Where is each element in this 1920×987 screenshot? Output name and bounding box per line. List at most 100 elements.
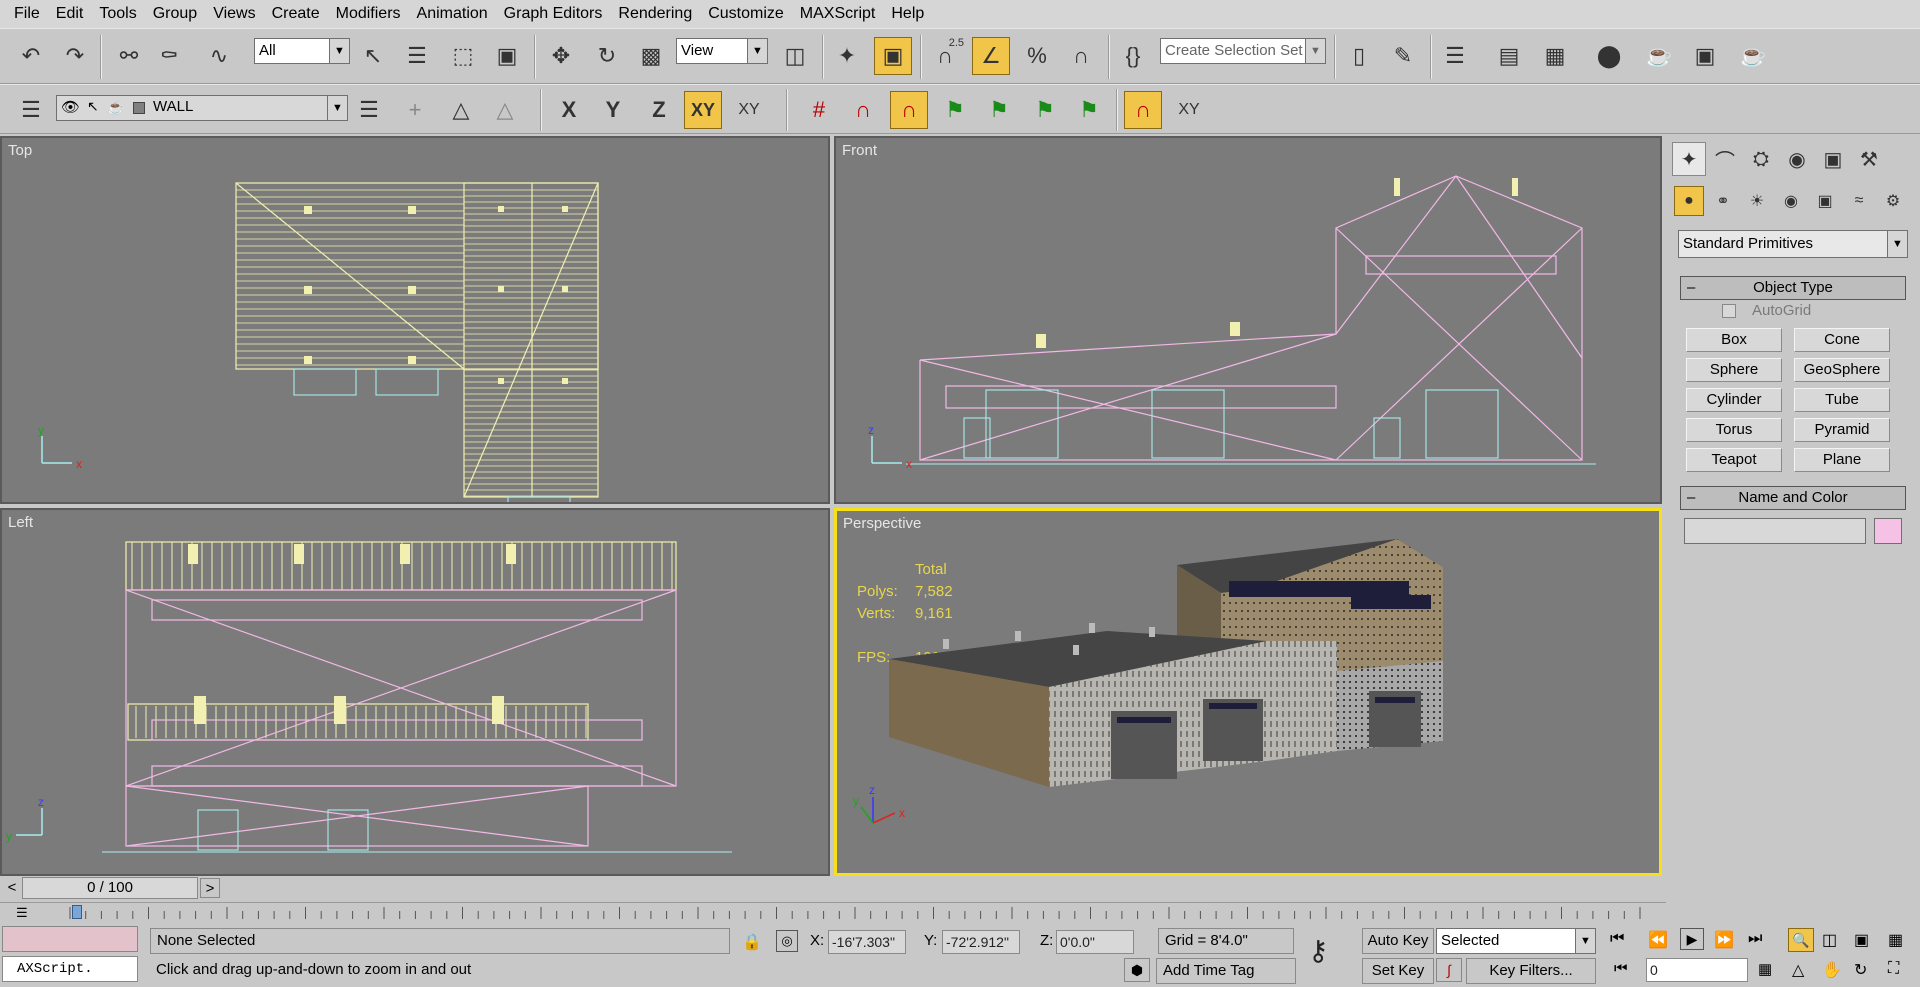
menu-tools[interactable]: Tools <box>91 0 144 28</box>
snap-options-icon[interactable]: ∩ <box>1124 91 1162 129</box>
restrict-xy-button[interactable]: XY <box>684 91 722 129</box>
absolute-mode-icon[interactable]: ◎ <box>776 930 798 952</box>
geometry-icon[interactable]: ● <box>1674 186 1704 216</box>
snap-face-icon[interactable]: ⚑ <box>1070 91 1108 129</box>
rectangular-selection-icon[interactable]: ⬚ <box>444 37 482 75</box>
time-tag-cube-icon[interactable]: ⬢ <box>1124 958 1150 982</box>
add-to-layer-icon[interactable]: + <box>396 91 434 129</box>
curve-editor-icon[interactable]: ▤ <box>1490 37 1528 75</box>
snap-midpoint-icon[interactable]: ⚑ <box>980 91 1018 129</box>
restrict-y-button[interactable]: Y <box>594 91 632 129</box>
zoom-extents-all-icon[interactable]: ▦ <box>1888 930 1903 950</box>
menu-edit[interactable]: Edit <box>48 0 92 28</box>
menu-maxscript[interactable]: MAXScript <box>792 0 884 28</box>
menu-modifiers[interactable]: Modifiers <box>328 0 409 28</box>
select-by-name-icon[interactable]: ☰ <box>398 37 436 75</box>
align-icon[interactable]: ✎ <box>1384 37 1422 75</box>
select-and-manipulate-icon[interactable]: ✦ <box>828 37 866 75</box>
z-coord-input[interactable]: 0'0.0" <box>1056 930 1134 954</box>
cylinder-button[interactable]: Cylinder <box>1686 388 1782 412</box>
object-type-rollout[interactable]: – Object Type <box>1680 276 1906 300</box>
prev-frame-arrow[interactable]: < <box>2 878 22 898</box>
menu-help[interactable]: Help <box>883 0 932 28</box>
cone-button[interactable]: Cone <box>1794 328 1890 352</box>
teapot-button[interactable]: Teapot <box>1686 448 1782 472</box>
eye-icon[interactable]: 👁 <box>61 98 80 116</box>
quick-render-icon[interactable]: ☕ <box>1734 37 1772 75</box>
go-to-end-icon[interactable]: ⏭ <box>1748 930 1762 948</box>
unlink-icon[interactable]: ⚰ <box>150 37 188 75</box>
viewport-left[interactable]: Left z y <box>0 508 830 876</box>
window-crossing-icon[interactable]: ▣ <box>488 37 526 75</box>
modify-tab-icon[interactable]: ⌒ <box>1708 142 1742 176</box>
viewport-front[interactable]: Front z x <box>834 136 1662 504</box>
set-current-layer-icon[interactable]: △ <box>486 91 524 129</box>
menu-rendering[interactable]: Rendering <box>610 0 700 28</box>
menu-customize[interactable]: Customize <box>700 0 792 28</box>
layers-icon[interactable]: ☰ <box>12 91 50 129</box>
time-slider-thumb[interactable]: 0 / 100 <box>22 877 198 899</box>
lock-selection-icon[interactable]: 🔒 <box>742 932 762 952</box>
set-key-key-icon[interactable]: ⚷ <box>1308 934 1329 967</box>
menu-graph-editors[interactable]: Graph Editors <box>496 0 611 28</box>
redo-icon[interactable]: ↷ <box>56 37 94 75</box>
time-configuration-icon[interactable]: ▦ <box>1758 960 1772 978</box>
restrict-z-button[interactable]: Z <box>640 91 678 129</box>
viewport-top[interactable]: Top y x <box>0 136 830 504</box>
pivot-center-icon[interactable]: ◫ <box>776 37 814 75</box>
go-to-start-icon[interactable]: ⏮ <box>1610 930 1624 948</box>
orbit-icon[interactable]: ↻ <box>1854 960 1867 980</box>
cameras-icon[interactable]: ◉ <box>1776 186 1806 216</box>
bind-space-warp-icon[interactable]: ∿ <box>200 37 238 75</box>
space-warps-icon[interactable]: ≈ <box>1844 186 1874 216</box>
freeze-cursor-icon[interactable]: ↖ <box>87 98 99 115</box>
previous-frame-icon[interactable]: ⏪ <box>1648 930 1668 950</box>
restrict-x-button[interactable]: X <box>550 91 588 129</box>
select-and-move-icon[interactable]: ✥ <box>542 37 580 75</box>
select-and-rotate-icon[interactable]: ↻ <box>588 37 626 75</box>
utilities-tab-icon[interactable]: ⚒ <box>1852 142 1886 176</box>
mirror-icon[interactable]: ▯ <box>1340 37 1378 75</box>
pyramid-button[interactable]: Pyramid <box>1794 418 1890 442</box>
menu-group[interactable]: Group <box>145 0 205 28</box>
plane-button[interactable]: Plane <box>1794 448 1890 472</box>
zoom-all-icon[interactable]: ◫ <box>1822 930 1837 950</box>
schematic-view-icon[interactable]: ▦ <box>1536 37 1574 75</box>
object-color-swatch[interactable] <box>1874 518 1902 544</box>
maxscript-listener-pink[interactable] <box>2 926 138 952</box>
key-mode-dropdown[interactable]: Selected ▼ <box>1436 928 1596 954</box>
menu-create[interactable]: Create <box>264 0 328 28</box>
motion-tab-icon[interactable]: ◉ <box>1780 142 1814 176</box>
default-tangent-icon[interactable]: ∫ <box>1436 958 1462 982</box>
time-marker[interactable] <box>72 905 82 919</box>
named-selection-set-dropdown[interactable]: Create Selection Set ▼ <box>1160 38 1326 64</box>
play-icon[interactable]: ▶ <box>1680 928 1704 950</box>
track-bar-menu-icon[interactable]: ☰ <box>16 905 28 921</box>
menu-views[interactable]: Views <box>205 0 263 28</box>
create-tab-icon[interactable]: ✦ <box>1672 142 1706 176</box>
helpers-icon[interactable]: ▣ <box>1810 186 1840 216</box>
systems-icon[interactable]: ⚙ <box>1878 186 1908 216</box>
edit-named-selection-icon[interactable]: {} <box>1114 37 1152 75</box>
keyboard-shortcut-override-icon[interactable]: ▣ <box>874 37 912 75</box>
create-new-layer-icon[interactable]: ☰ <box>350 91 388 129</box>
object-name-input[interactable] <box>1684 518 1866 544</box>
undo-icon[interactable]: ↶ <box>12 37 50 75</box>
lights-icon[interactable]: ☀ <box>1742 186 1772 216</box>
y-coord-input[interactable]: -72'2.912" <box>942 930 1020 954</box>
sphere-button[interactable]: Sphere <box>1686 358 1782 382</box>
material-editor-icon[interactable]: ⬤ <box>1590 37 1628 75</box>
time-slider[interactable]: < 0 / 100 > <box>0 876 1666 900</box>
spinner-snap-icon[interactable]: ∩ <box>1062 37 1100 75</box>
zoom-icon[interactable]: 🔍 <box>1788 928 1814 952</box>
snap-endpoint-icon[interactable]: ⚑ <box>936 91 974 129</box>
snaps-toggle-icon[interactable]: ∩ 2.5 <box>926 37 964 75</box>
field-of-view-icon[interactable]: △ <box>1792 960 1804 980</box>
snap-vertex-icon[interactable]: ∩ <box>890 91 928 129</box>
tube-button[interactable]: Tube <box>1794 388 1890 412</box>
menu-file[interactable]: File <box>6 0 48 28</box>
layer-dropdown[interactable]: 👁 ↖ ☕ WALL ▼ <box>56 95 348 121</box>
autogrid-checkbox[interactable] <box>1722 304 1736 318</box>
hierarchy-tab-icon[interactable]: ⛭ <box>1744 142 1778 176</box>
name-and-color-rollout[interactable]: – Name and Color <box>1680 486 1906 510</box>
